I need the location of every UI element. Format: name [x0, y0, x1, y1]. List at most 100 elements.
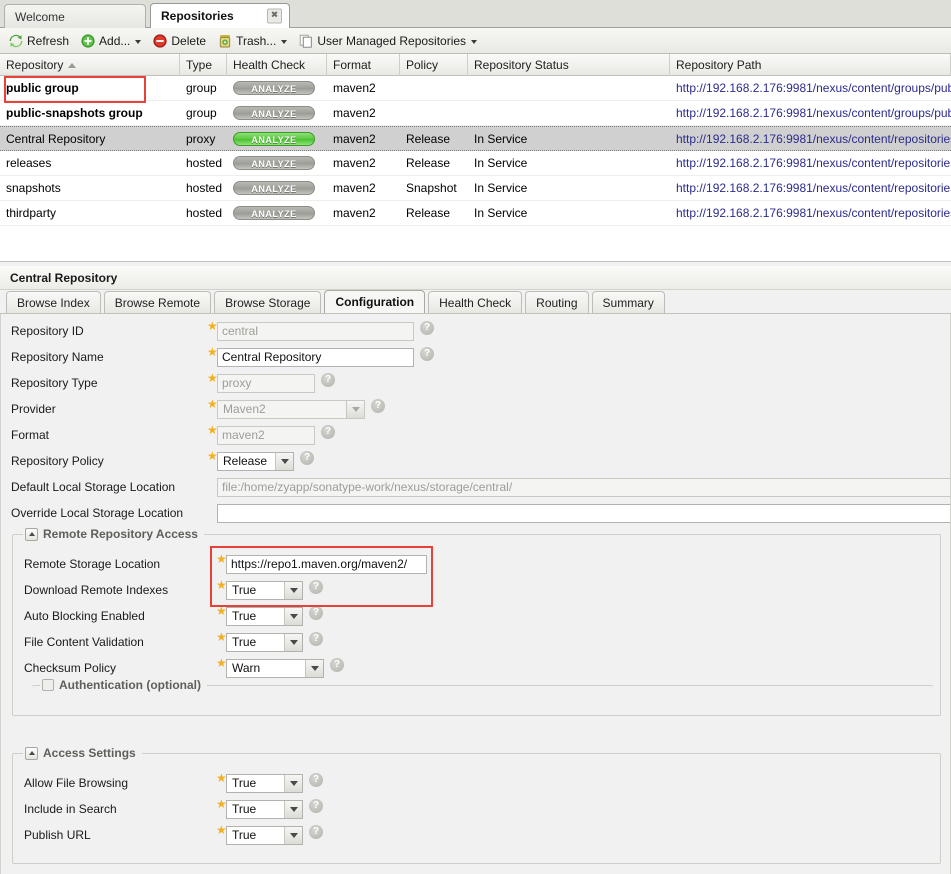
- tab-browse-index[interactable]: Browse Index: [6, 291, 101, 313]
- table-row[interactable]: public group group ANALYZE maven2 http://192…: [0, 76, 951, 101]
- cell-health-check: ANALYZE: [227, 106, 327, 120]
- checksum-policy-value: Warn: [232, 661, 261, 675]
- tab-welcome[interactable]: Welcome: [4, 4, 146, 28]
- cell-repository-path[interactable]: http://192.168.2.176:9981/nexus/content/…: [670, 132, 951, 146]
- help-icon[interactable]: ?: [309, 773, 323, 787]
- table-row[interactable]: releases hosted ANALYZE maven2 Release In Ser…: [0, 151, 951, 176]
- analyze-button[interactable]: ANALYZE: [233, 81, 315, 95]
- help-icon[interactable]: ?: [420, 321, 434, 335]
- override-local-storage-label: Override Local Storage Location: [11, 506, 184, 520]
- help-icon[interactable]: ?: [309, 825, 323, 839]
- help-icon[interactable]: ?: [309, 632, 323, 646]
- tab-routing[interactable]: Routing: [525, 291, 589, 313]
- table-row[interactable]: thirdparty hosted ANALYZE maven2 Release In S…: [0, 201, 951, 226]
- user-managed-label: User Managed Repositories: [317, 33, 467, 48]
- cell-type: hosted: [186, 181, 223, 195]
- trash-button[interactable]: Trash...: [215, 32, 292, 50]
- authentication-checkbox[interactable]: [42, 679, 54, 691]
- column-header-health-check[interactable]: Health Check: [227, 54, 327, 76]
- help-icon[interactable]: ?: [371, 399, 385, 413]
- user-managed-repositories-button[interactable]: User Managed Repositories: [296, 32, 482, 50]
- add-button[interactable]: Add...: [78, 32, 146, 50]
- close-icon[interactable]: ✖: [267, 8, 282, 24]
- help-icon[interactable]: ?: [330, 658, 344, 672]
- remote-repository-access-legend-label: Remote Repository Access: [43, 527, 198, 541]
- tab-repositories[interactable]: Repositories ✖: [150, 3, 290, 28]
- field-row-provider: Provider ★ Maven2 ?: [1, 396, 950, 422]
- help-icon[interactable]: ?: [321, 425, 335, 439]
- analyze-button[interactable]: ANALYZE: [233, 181, 315, 195]
- trash-label: Trash...: [236, 33, 277, 48]
- remote-repository-access-fieldset: Remote Repository Access Remote Storage …: [12, 527, 941, 716]
- default-local-storage-input[interactable]: [217, 477, 950, 497]
- cell-repository-status: In Service: [474, 156, 528, 170]
- repository-name-input[interactable]: [217, 347, 414, 367]
- cell-type: hosted: [186, 156, 223, 170]
- auto-blocking-enabled-select[interactable]: True: [226, 606, 303, 626]
- analyze-button[interactable]: ANALYZE: [233, 106, 315, 120]
- format-input[interactable]: [217, 425, 315, 445]
- repository-id-input[interactable]: [217, 321, 414, 341]
- include-in-search-select[interactable]: True: [226, 799, 303, 819]
- help-icon[interactable]: ?: [309, 606, 323, 620]
- delete-button[interactable]: Delete: [150, 32, 211, 50]
- tab-summary[interactable]: Summary: [591, 291, 665, 313]
- column-header-policy[interactable]: Policy: [400, 54, 468, 76]
- help-icon[interactable]: ?: [420, 347, 434, 361]
- delete-circle-icon: [152, 33, 168, 49]
- cell-repository-path[interactable]: http://192.168.2.176:9981/nexus/content/…: [670, 181, 951, 195]
- remote-storage-location-input[interactable]: [226, 554, 427, 574]
- provider-select[interactable]: Maven2: [217, 399, 365, 419]
- analyze-button[interactable]: ANALYZE: [233, 156, 315, 170]
- column-header-type[interactable]: Type: [180, 54, 227, 76]
- repository-name-label: Repository Name: [11, 350, 104, 364]
- table-row[interactable]: public-snapshots group group ANALYZE maven2…: [0, 101, 951, 126]
- cell-repository-path[interactable]: http://192.168.2.176:9981/nexus/content/…: [670, 206, 951, 220]
- tab-welcome-label: Welcome: [15, 9, 65, 24]
- analyze-button[interactable]: ANALYZE: [233, 206, 315, 220]
- cell-repository-path[interactable]: http://192.168.2.176:9981/nexus/content/…: [670, 156, 951, 170]
- cell-repository-path[interactable]: http://192.168.2.176:9981/nexus/content/…: [670, 106, 951, 120]
- help-icon[interactable]: ?: [300, 451, 314, 465]
- file-content-validation-label: File Content Validation: [24, 635, 144, 649]
- allow-file-browsing-select[interactable]: True: [226, 773, 303, 793]
- checksum-policy-label: Checksum Policy: [24, 661, 117, 675]
- override-local-storage-input[interactable]: [217, 503, 950, 523]
- cell-repository-path[interactable]: http://192.168.2.176:9981/nexus/content/…: [670, 81, 951, 95]
- refresh-label: Refresh: [27, 33, 70, 48]
- analyze-button[interactable]: ANALYZE: [233, 131, 315, 146]
- help-icon[interactable]: ?: [309, 580, 323, 594]
- authentication-fieldset: Authentication (optional): [32, 678, 933, 711]
- checksum-policy-select[interactable]: Warn: [226, 658, 324, 678]
- tab-browse-storage[interactable]: Browse Storage: [214, 291, 322, 313]
- column-header-format[interactable]: Format: [327, 54, 400, 76]
- tab-health-check[interactable]: Health Check: [428, 291, 523, 313]
- repository-type-input[interactable]: [217, 373, 315, 393]
- table-row[interactable]: snapshots hosted ANALYZE maven2 Snapshot In S…: [0, 176, 951, 201]
- repository-policy-value: Release: [223, 454, 268, 468]
- help-icon[interactable]: ?: [309, 799, 323, 813]
- authentication-legend-label: Authentication (optional): [59, 678, 201, 692]
- refresh-button[interactable]: Refresh: [6, 32, 74, 50]
- repository-type-label: Repository Type: [11, 376, 98, 390]
- cell-health-check: ANALYZE: [227, 156, 327, 170]
- include-in-search-value: True: [232, 802, 257, 816]
- configuration-form: Repository ID ★ ? Repository Name ★ ? Re…: [0, 314, 951, 874]
- help-icon[interactable]: ?: [321, 373, 335, 387]
- table-row[interactable]: Central Repository proxy ANALYZE maven2 Rele…: [0, 126, 951, 151]
- cell-policy: Release: [406, 156, 451, 170]
- repository-policy-select[interactable]: Release: [217, 451, 294, 471]
- column-header-repository-path[interactable]: Repository Path: [670, 54, 951, 76]
- column-header-repository[interactable]: Repository: [0, 54, 180, 76]
- tab-browse-remote[interactable]: Browse Remote: [103, 291, 212, 313]
- file-content-validation-select[interactable]: True: [226, 632, 303, 652]
- tab-configuration[interactable]: Configuration: [324, 290, 426, 313]
- cell-format: maven2: [333, 106, 376, 120]
- download-remote-indexes-select[interactable]: True: [226, 580, 303, 600]
- cell-format: maven2: [333, 156, 376, 170]
- column-header-repository-status[interactable]: Repository Status: [468, 54, 670, 76]
- collapse-toggle-icon[interactable]: [25, 746, 38, 760]
- cell-repository-status: In Service: [474, 181, 528, 195]
- collapse-toggle-icon[interactable]: [25, 527, 38, 541]
- publish-url-select[interactable]: True: [226, 825, 303, 845]
